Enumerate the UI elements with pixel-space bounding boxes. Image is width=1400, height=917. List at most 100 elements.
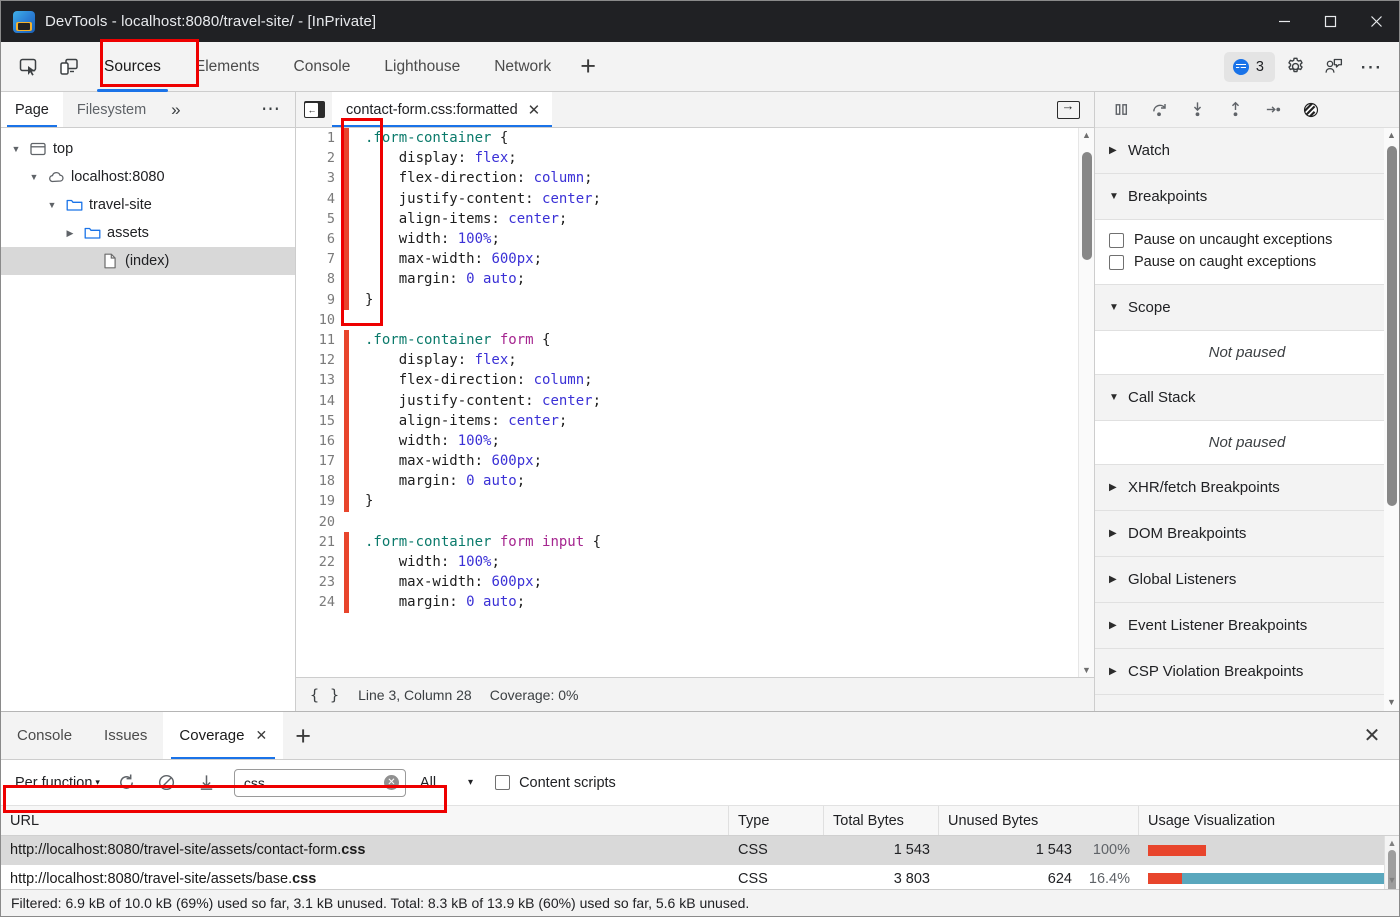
line-number[interactable]: 18	[296, 473, 344, 489]
line-number[interactable]: 7	[296, 251, 344, 267]
line-number[interactable]: 17	[296, 453, 344, 469]
code-line[interactable]: 20	[296, 512, 1078, 532]
line-number[interactable]: 16	[296, 433, 344, 449]
code-line[interactable]: 24 margin: 0 auto;	[296, 592, 1078, 612]
section-event-listener-breakpoints[interactable]: ▶ Event Listener Breakpoints	[1095, 603, 1399, 649]
line-number[interactable]: 14	[296, 393, 344, 409]
navigator-more-tabs-icon[interactable]: »	[160, 92, 191, 127]
code-line[interactable]: 17 max-width: 600px;	[296, 451, 1078, 471]
editor-vertical-scrollbar[interactable]: ▲ ▼	[1078, 128, 1094, 677]
coverage-mode-select[interactable]: Per function ▾	[11, 775, 104, 791]
section-global-listeners[interactable]: ▶ Global Listeners	[1095, 557, 1399, 603]
tree-item-index[interactable]: (index)	[1, 247, 295, 275]
step-icon[interactable]	[1255, 95, 1291, 125]
column-header-url[interactable]: URL	[1, 806, 729, 835]
line-number[interactable]: 15	[296, 413, 344, 429]
scroll-up-arrow-icon[interactable]: ▲	[1384, 128, 1399, 142]
code-line[interactable]: 16 width: 100%;	[296, 431, 1078, 451]
code-line[interactable]: 21.form-container form input {	[296, 532, 1078, 552]
line-number[interactable]: 1	[296, 130, 344, 146]
code-line[interactable]: 8 margin: 0 auto;	[296, 269, 1078, 289]
line-number[interactable]: 5	[296, 211, 344, 227]
settings-gear-icon[interactable]	[1277, 50, 1313, 84]
code-line[interactable]: 11.form-container form {	[296, 330, 1078, 350]
coverage-filter-field[interactable]: ✕	[234, 769, 406, 797]
code-line[interactable]: 5 align-items: center;	[296, 209, 1078, 229]
line-number[interactable]: 3	[296, 170, 344, 186]
line-number[interactable]: 19	[296, 493, 344, 509]
navigator-tab-filesystem[interactable]: Filesystem	[63, 92, 160, 127]
section-xhr-breakpoints[interactable]: ▶ XHR/fetch Breakpoints	[1095, 465, 1399, 511]
twisty-icon[interactable]: ▼	[9, 144, 23, 154]
section-call-stack[interactable]: ▼ Call Stack	[1095, 375, 1399, 421]
pause-caught-row[interactable]: Pause on caught exceptions	[1095, 251, 1399, 273]
navigator-tab-page[interactable]: Page	[1, 92, 63, 127]
pause-uncaught-checkbox[interactable]	[1109, 233, 1124, 248]
tab-network[interactable]: Network	[477, 42, 568, 92]
table-row[interactable]: http://localhost:8080/travel-site/assets…	[1, 836, 1399, 865]
code-line[interactable]: 18 margin: 0 auto;	[296, 471, 1078, 491]
section-watch[interactable]: ▶ Watch	[1095, 128, 1399, 174]
clear-filter-icon[interactable]: ✕	[384, 775, 399, 790]
editor-tab-contact-form-css[interactable]: contact-form.css:formatted ✕	[332, 92, 552, 127]
inspect-element-icon[interactable]	[11, 50, 47, 84]
scroll-down-arrow-icon[interactable]: ▼	[1385, 873, 1399, 887]
line-number[interactable]: 11	[296, 332, 344, 348]
clear-icon[interactable]	[150, 768, 184, 798]
scrollbar-thumb[interactable]	[1387, 146, 1397, 506]
pause-caught-checkbox[interactable]	[1109, 255, 1124, 270]
table-row[interactable]: http://localhost:8080/travel-site/assets…	[1, 865, 1399, 890]
code-line[interactable]: 23 max-width: 600px;	[296, 572, 1078, 592]
code-line[interactable]: 22 width: 100%;	[296, 552, 1078, 572]
twisty-icon[interactable]: ▶	[63, 228, 77, 239]
twisty-icon[interactable]: ▼	[27, 172, 41, 182]
scroll-up-arrow-icon[interactable]: ▲	[1079, 128, 1094, 142]
code-line[interactable]: 19}	[296, 491, 1078, 511]
show-debugger-icon[interactable]	[1050, 101, 1086, 119]
line-number[interactable]: 4	[296, 191, 344, 207]
code-line[interactable]: 15 align-items: center;	[296, 411, 1078, 431]
content-scripts-row[interactable]: Content scripts	[495, 775, 616, 791]
show-navigator-icon[interactable]: ←	[296, 92, 332, 127]
drawer-tab-issues[interactable]: Issues	[88, 712, 163, 759]
line-number[interactable]: 12	[296, 352, 344, 368]
reload-icon[interactable]	[110, 768, 144, 798]
scroll-down-arrow-icon[interactable]: ▼	[1384, 695, 1399, 709]
section-csp-violation-breakpoints[interactable]: ▶ CSP Violation Breakpoints	[1095, 649, 1399, 695]
pretty-print-icon[interactable]: { }	[310, 686, 340, 704]
code-line[interactable]: 6 width: 100%;	[296, 229, 1078, 249]
tab-sources[interactable]: Sources	[87, 42, 178, 92]
step-out-icon[interactable]	[1217, 95, 1253, 125]
code-line[interactable]: 14 justify-content: center;	[296, 390, 1078, 410]
tree-item-localhost[interactable]: ▼ localhost:8080	[1, 163, 295, 191]
scroll-down-arrow-icon[interactable]: ▼	[1079, 663, 1094, 677]
line-number[interactable]: 21	[296, 534, 344, 550]
code-lines[interactable]: 1.form-container {2 display: flex;3 flex…	[296, 128, 1078, 677]
drawer-add-tab-button[interactable]: +	[283, 712, 323, 760]
device-toolbar-icon[interactable]	[51, 50, 87, 84]
code-line[interactable]: 7 max-width: 600px;	[296, 249, 1078, 269]
line-number[interactable]: 6	[296, 231, 344, 247]
more-options-icon[interactable]: ⋯	[1353, 50, 1389, 84]
deactivate-breakpoints-icon[interactable]	[1293, 95, 1329, 125]
section-dom-breakpoints[interactable]: ▶ DOM Breakpoints	[1095, 511, 1399, 557]
column-header-unused-bytes[interactable]: Unused Bytes	[939, 806, 1139, 835]
navigator-options-icon[interactable]: ⋯	[247, 92, 295, 127]
line-number[interactable]: 13	[296, 372, 344, 388]
section-breakpoints[interactable]: ▼ Breakpoints	[1095, 174, 1399, 220]
scroll-up-arrow-icon[interactable]: ▲	[1385, 836, 1399, 850]
issues-counter-button[interactable]: 3	[1224, 52, 1275, 82]
code-line[interactable]: 1.form-container {	[296, 128, 1078, 148]
code-line[interactable]: 2 display: flex;	[296, 148, 1078, 168]
type-filter-label[interactable]: All	[412, 775, 436, 791]
code-line[interactable]: 9}	[296, 290, 1078, 310]
line-number[interactable]: 22	[296, 554, 344, 570]
coverage-table-body[interactable]: http://localhost:8080/travel-site/assets…	[1, 836, 1399, 889]
drawer-tab-coverage[interactable]: Coverage ✕	[163, 712, 283, 759]
drawer-close-button[interactable]: ✕	[1345, 712, 1399, 759]
code-editor[interactable]: 1.form-container {2 display: flex;3 flex…	[296, 128, 1094, 677]
close-icon[interactable]: ✕	[528, 101, 541, 119]
step-into-icon[interactable]	[1179, 95, 1215, 125]
line-number[interactable]: 10	[296, 312, 344, 328]
tree-item-assets[interactable]: ▶ assets	[1, 219, 295, 247]
